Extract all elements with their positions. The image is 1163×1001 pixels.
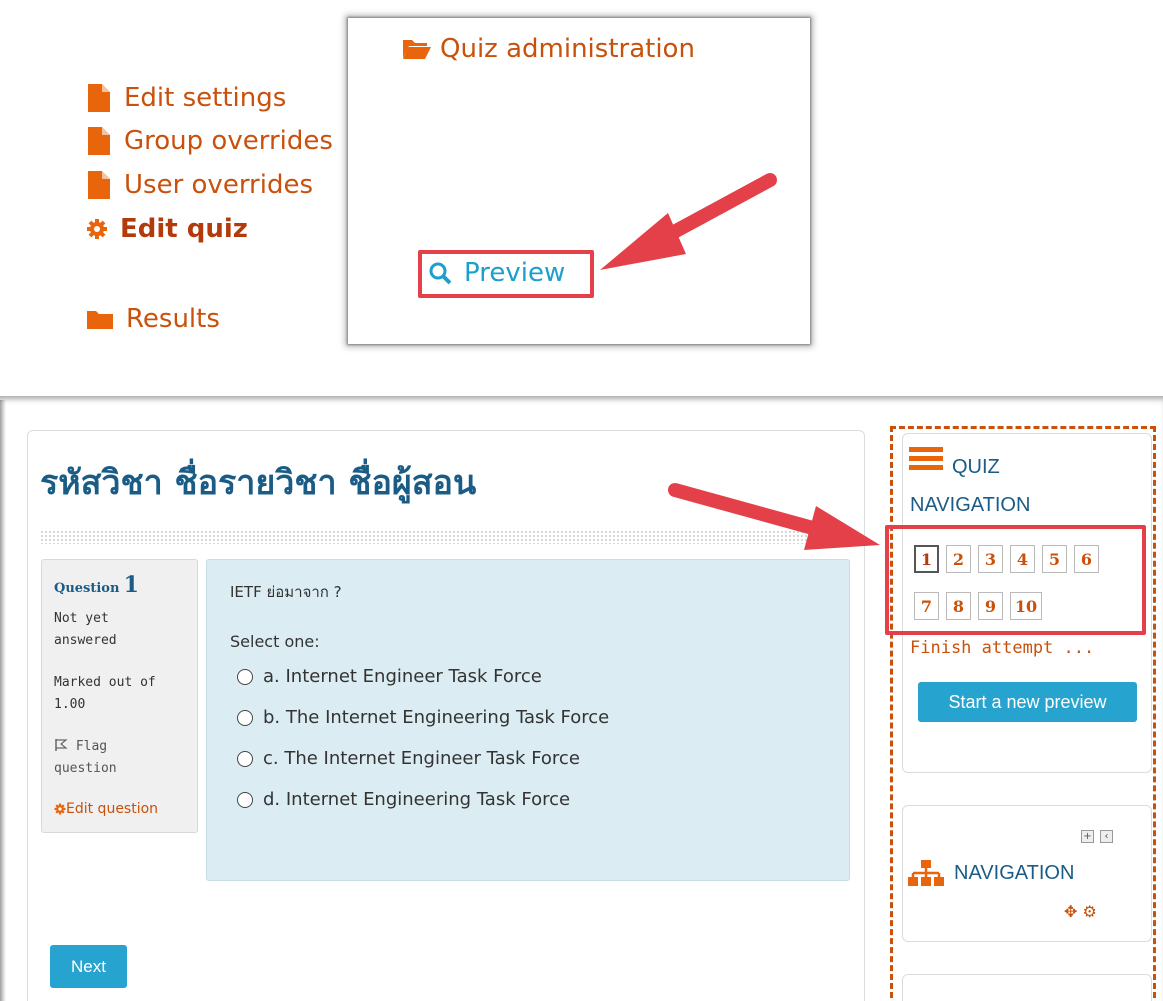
menu-item-group-overrides[interactable]: Group overrides: [86, 126, 333, 156]
option-label: a. Internet Engineer Task Force: [263, 666, 542, 687]
navigation-block-title: NAVIGATION: [908, 860, 1074, 886]
start-new-preview-button[interactable]: Start a new preview: [918, 682, 1137, 722]
status-line-2: answered: [54, 633, 117, 648]
sitemap-icon: [908, 860, 944, 886]
gear-icon: [54, 803, 66, 815]
option-label: b. The Internet Engineering Task Force: [263, 707, 610, 728]
quiz-nav-highlight-box: [885, 525, 1146, 635]
question-text: IETF ย่อมาจาก ?: [230, 583, 342, 601]
file-icon: [88, 171, 110, 199]
folder-icon: [87, 311, 113, 329]
page-title: รหัสวิชา ชื่อรายวิชา ชื่อผู้สอน: [40, 463, 477, 503]
edit-question-label: Edit question: [66, 801, 159, 817]
answer-option-c[interactable]: c. The Internet Engineer Task Force: [237, 748, 580, 769]
radio-button[interactable]: [237, 750, 253, 767]
marked-line-1: Marked out of: [54, 675, 156, 690]
radio-button[interactable]: [237, 668, 253, 685]
finish-attempt-link[interactable]: Finish attempt ...: [910, 638, 1094, 658]
block-action-icons: ✥ ⚙: [1064, 902, 1097, 921]
question-number-value: 1: [123, 572, 139, 598]
option-label: c. The Internet Engineer Task Force: [263, 748, 580, 769]
menu-item-results[interactable]: Results: [86, 304, 220, 334]
next-block: [902, 974, 1152, 1001]
menu-item-edit-quiz[interactable]: Edit quiz: [86, 214, 248, 244]
hamburger-menu-icon: [909, 447, 943, 470]
menu-item-label: User overrides: [124, 170, 314, 200]
next-button[interactable]: Next: [50, 945, 127, 988]
flag-question-link[interactable]: Flag: [54, 736, 194, 758]
select-one-prompt: Select one:: [230, 632, 320, 651]
radio-button[interactable]: [237, 791, 253, 808]
screenshot-edge-shadow: [0, 400, 6, 1001]
menu-item-label: Results: [126, 304, 220, 334]
menu-item-label: Group overrides: [124, 126, 333, 156]
flag-label-2: question: [54, 761, 117, 776]
radio-button[interactable]: [237, 709, 253, 726]
menu-item-edit-settings[interactable]: Edit settings: [86, 83, 286, 113]
preview-highlight-box: [418, 250, 594, 298]
navigation-title-label: NAVIGATION: [954, 861, 1075, 884]
status-line-1: Not yet: [54, 611, 109, 626]
menu-item-label: Edit settings: [124, 83, 287, 113]
file-icon: [88, 127, 110, 155]
move-icon[interactable]: ✥: [1064, 902, 1077, 921]
menu-item-user-overrides[interactable]: User overrides: [86, 170, 313, 200]
collapse-block-icon[interactable]: ‹: [1100, 830, 1113, 843]
flag-label-1: Flag: [75, 739, 108, 754]
question-content: IETF ย่อมาจาก ? Select one: a. Internet …: [206, 559, 850, 881]
marked-line-2: 1.00: [54, 697, 86, 712]
quiz-administration-heading[interactable]: Quiz administration: [402, 34, 695, 64]
settings-icon[interactable]: ⚙: [1083, 902, 1097, 921]
answer-option-a[interactable]: a. Internet Engineer Task Force: [237, 666, 542, 687]
answer-option-b[interactable]: b. The Internet Engineering Task Force: [237, 707, 609, 728]
quiz-administration-title: Quiz administration: [440, 34, 695, 64]
question-label: Question: [54, 581, 120, 596]
quiz-navigation-title-line2: NAVIGATION: [910, 494, 1031, 516]
question-info-panel: Question 1 Not yet answered Marked out o…: [41, 559, 198, 833]
edit-question-link[interactable]: Edit question: [54, 798, 194, 820]
dotted-separator: [40, 530, 850, 544]
menu-item-label: Edit quiz: [120, 214, 248, 244]
file-icon: [88, 84, 110, 112]
question-number: Question 1: [54, 572, 139, 598]
quiz-navigation-title: QUIZ NAVIGATION: [909, 447, 1031, 523]
folder-open-icon: [403, 40, 431, 59]
dock-block-icon[interactable]: +: [1081, 830, 1094, 843]
flag-icon: [55, 739, 68, 751]
option-label: d. Internet Engineering Task Force: [263, 789, 571, 810]
answer-option-d[interactable]: d. Internet Engineering Task Force: [237, 789, 570, 810]
gear-icon: [87, 219, 107, 239]
